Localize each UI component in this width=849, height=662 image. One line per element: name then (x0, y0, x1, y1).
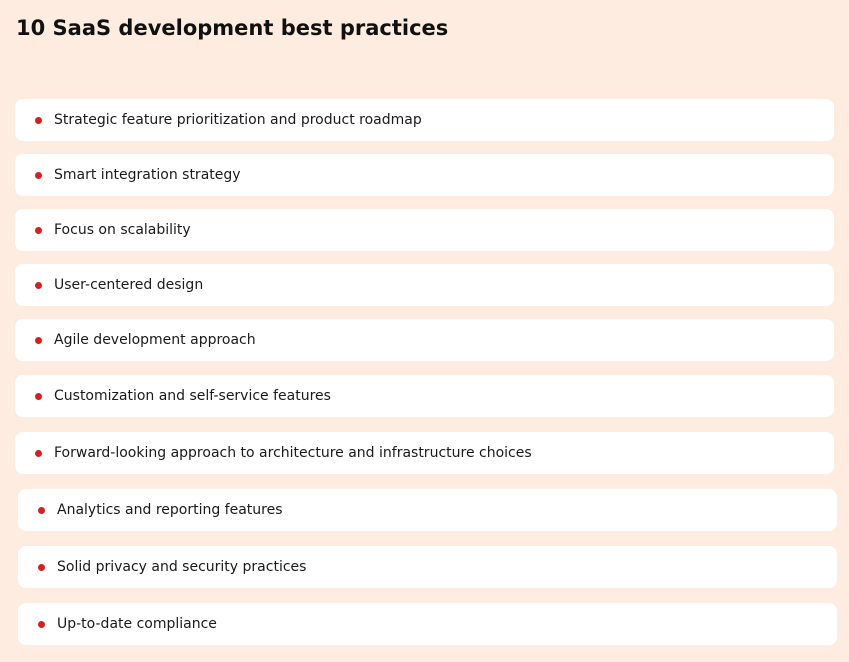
list-item-label: Agile development approach (54, 332, 256, 348)
list-item-label: Up-to-date compliance (57, 616, 217, 632)
bullet-dot-icon (35, 171, 42, 179)
list-item-label: Solid privacy and security practices (57, 559, 307, 575)
list-item: Focus on scalability (15, 209, 834, 251)
bullet-dot-icon (38, 563, 45, 571)
list-item-label: Focus on scalability (54, 222, 191, 238)
list-item: User-centered design (15, 264, 834, 306)
list-item-label: Customization and self-service features (54, 388, 331, 404)
bullet-dot-icon (35, 392, 42, 400)
list-item-label: Analytics and reporting features (57, 502, 283, 518)
list-item-label: Strategic feature prioritization and pro… (54, 112, 422, 128)
bullet-dot-icon (38, 506, 45, 514)
list-item: Forward-looking approach to architecture… (15, 432, 834, 474)
list-item: Up-to-date compliance (18, 603, 837, 645)
bullet-dot-icon (35, 116, 42, 124)
bullet-dot-icon (38, 620, 45, 628)
bullet-dot-icon (35, 336, 42, 344)
list-item: Strategic feature prioritization and pro… (15, 99, 834, 141)
list-item-label: Forward-looking approach to architecture… (54, 445, 532, 461)
list-item-label: User-centered design (54, 277, 204, 293)
bullet-dot-icon (35, 281, 42, 289)
bullet-dot-icon (35, 226, 42, 234)
list-item-label: Smart integration strategy (54, 167, 241, 183)
list-item: Smart integration strategy (15, 154, 834, 196)
bullet-dot-icon (35, 449, 42, 457)
practices-list: Strategic feature prioritization and pro… (0, 0, 849, 662)
list-item: Customization and self-service features (15, 375, 834, 417)
list-item: Analytics and reporting features (18, 489, 837, 531)
list-item: Agile development approach (15, 319, 834, 361)
list-item: Solid privacy and security practices (18, 546, 837, 588)
